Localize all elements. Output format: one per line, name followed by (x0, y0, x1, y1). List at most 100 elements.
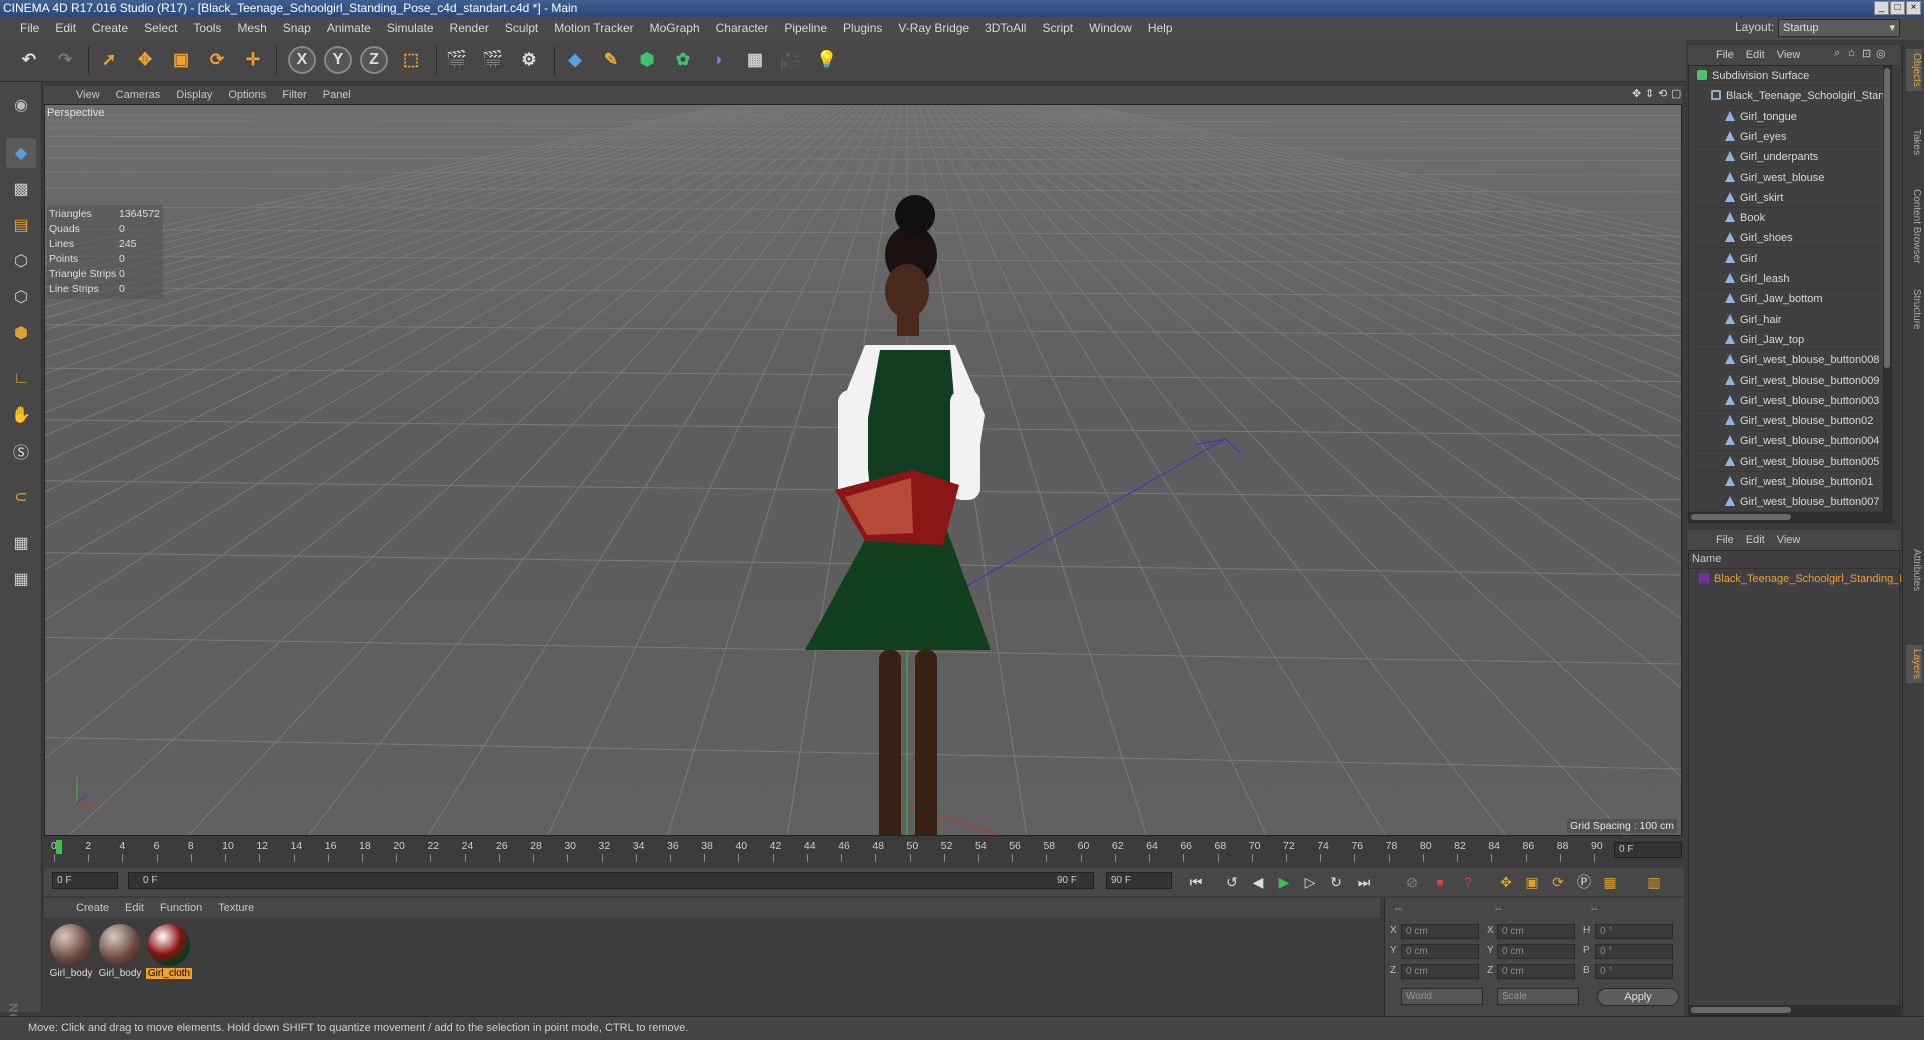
size-z-field[interactable]: 0 cm (1497, 964, 1575, 979)
pen-spline-icon[interactable]: ✎ (596, 45, 626, 75)
points-mode-icon[interactable]: ⬡ (6, 246, 36, 276)
object-row[interactable]: Girl_shoes (1689, 228, 1891, 249)
enable-axis-icon[interactable]: ∟ (6, 364, 36, 394)
object-row[interactable]: Girl_west_blouse_button007 (1689, 492, 1891, 513)
material-menu-create[interactable]: Create (68, 902, 117, 914)
rot-p-field[interactable]: 0 ° (1595, 944, 1673, 959)
z-axis-lock-icon[interactable]: Z (360, 46, 388, 74)
end-frame-field[interactable]: 90 F (1106, 872, 1172, 889)
object-row[interactable]: Girl_west_blouse (1689, 168, 1891, 188)
tab-objects[interactable]: Objects (1906, 49, 1922, 91)
key-position-icon[interactable]: ✥ (1494, 870, 1518, 894)
object-row[interactable]: Girl_west_blouse_button01 (1689, 472, 1891, 492)
timeline-ruler[interactable]: 0 2 4 6 8 10 12 14 16 18 20 22 24 26 28 30 32 34 36 38 40 42 4… (44, 838, 1684, 868)
menu-sculpt[interactable]: Sculpt (497, 17, 546, 40)
coordinate-system-icon[interactable]: ⬚ (396, 45, 426, 75)
object-row[interactable]: Girl_leash (1689, 269, 1891, 289)
subdivision-surface-icon[interactable]: ⬢ (632, 45, 662, 75)
edges-mode-icon[interactable]: ⬡ (6, 282, 36, 312)
minimize-icon[interactable]: _ (1874, 1, 1889, 15)
material-swatch[interactable]: Girl_body (97, 924, 143, 979)
viewport-menu-view[interactable]: View (68, 89, 108, 101)
menu-snap[interactable]: Snap (275, 17, 319, 40)
search-icon[interactable]: ⌕ (1834, 47, 1840, 60)
viewport-menu-display[interactable]: Display (168, 89, 220, 101)
menu-3dtoall[interactable]: 3DToAll (977, 17, 1034, 40)
deformer-icon[interactable]: ◗ (704, 45, 734, 75)
magnet-icon[interactable]: ⊂ (6, 482, 36, 512)
viewport-menu-filter[interactable]: Filter (274, 89, 314, 101)
light-icon[interactable]: 💡 (812, 45, 842, 75)
object-row[interactable]: Girl_west_blouse_button008 (1689, 350, 1891, 371)
object-row[interactable]: Girl_west_blouse_button009 (1689, 371, 1891, 391)
preview-range-slider[interactable]: 0 F 90 F (128, 872, 1094, 889)
redo-icon[interactable]: ↷ (50, 45, 80, 75)
size-y-field[interactable]: 0 cm (1497, 944, 1575, 959)
menu-edit[interactable]: Edit (47, 17, 84, 40)
pos-z-field[interactable]: 0 cm (1401, 964, 1479, 979)
layer-manager-hscrollbar[interactable] (1689, 1005, 1901, 1015)
object-row[interactable]: Girl_Jaw_bottom (1689, 289, 1891, 310)
menu-window[interactable]: Window (1081, 17, 1140, 40)
model-mode-icon[interactable]: ◆ (6, 138, 36, 168)
record-active-objects-icon[interactable]: ⊘ (1400, 870, 1424, 894)
next-key-icon[interactable]: ↻ (1324, 870, 1348, 894)
key-scale-icon[interactable]: ▣ (1520, 870, 1544, 894)
toggle-views-icon[interactable]: ▢ (1671, 87, 1681, 100)
timeline-window-icon[interactable]: ▥ (1642, 870, 1666, 894)
object-row[interactable]: Girl_west_blouse_button005 (1689, 452, 1891, 472)
keyframe-selection-icon[interactable]: ? (1456, 870, 1480, 894)
schoolgirl-model[interactable] (805, 195, 991, 836)
tab-content-browser[interactable]: Content Browser (1906, 185, 1922, 267)
viewport-menu-cameras[interactable]: Cameras (108, 89, 169, 101)
object-menu-view[interactable]: View (1771, 49, 1807, 61)
menu-help[interactable]: Help (1140, 17, 1181, 40)
x-axis-lock-icon[interactable]: X (288, 46, 316, 74)
perspective-viewport[interactable]: Perspective Triangles 1364572 Quads 0 Lines 2… (44, 104, 1682, 836)
object-menu-edit[interactable]: Edit (1740, 49, 1771, 61)
object-row[interactable]: Girl (1689, 249, 1891, 269)
material-menu-texture[interactable]: Texture (210, 902, 262, 914)
render-picture-viewer-icon[interactable]: 🎬 (478, 45, 508, 75)
object-row[interactable]: Girl_underpants (1689, 147, 1891, 168)
scale-mode-dropdown[interactable]: Scale (1497, 988, 1579, 1005)
menu-plugins[interactable]: Plugins (835, 17, 890, 40)
y-axis-lock-icon[interactable]: Y (324, 46, 352, 74)
key-parameter-icon[interactable]: Ⓟ (1572, 870, 1596, 894)
menu-v-ray-bridge[interactable]: V-Ray Bridge (890, 17, 977, 40)
cube-primitive-icon[interactable]: ◆ (560, 45, 590, 75)
material-menu-edit[interactable]: Edit (117, 902, 152, 914)
eye-icon[interactable]: ◎ (1876, 47, 1886, 60)
scale-tool-icon[interactable]: ▣ (166, 45, 196, 75)
texture-mode-icon[interactable]: ▩ (6, 174, 36, 204)
close-icon[interactable]: × (1906, 1, 1921, 15)
object-manager-scrollbar[interactable] (1883, 66, 1891, 511)
start-frame-field[interactable]: 0 F (52, 872, 118, 889)
menu-mograph[interactable]: MoGraph (642, 17, 708, 40)
polygons-mode-icon[interactable]: ⬢ (6, 318, 36, 348)
material-swatch[interactable]: Girl_body (48, 924, 94, 979)
coordinate-mode-dropdown[interactable]: World (1401, 988, 1483, 1005)
object-row[interactable]: Girl_hair (1689, 310, 1891, 330)
home-icon[interactable]: ⌂ (1848, 47, 1855, 59)
object-row[interactable]: Girl_west_blouse_button004 (1689, 431, 1891, 452)
menu-motion-tracker[interactable]: Motion Tracker (546, 17, 641, 40)
rotate-tool-icon[interactable]: ⟳ (202, 45, 232, 75)
menu-pipeline[interactable]: Pipeline (776, 17, 835, 40)
material-swatch[interactable]: Girl_cloth (146, 924, 192, 979)
object-row[interactable]: Girl_eyes (1689, 127, 1891, 147)
render-settings-icon[interactable]: ⚙ (514, 45, 544, 75)
menu-select[interactable]: Select (136, 17, 185, 40)
size-x-field[interactable]: 0 cm (1497, 924, 1575, 939)
floor-icon[interactable]: ▦ (740, 45, 770, 75)
go-to-start-icon[interactable]: ⏮ (1184, 870, 1208, 894)
tweak-icon[interactable]: ✋ (6, 400, 36, 430)
lock-icon[interactable]: ⊡ (1862, 47, 1871, 60)
live-selection-icon[interactable]: ➚ (94, 45, 124, 75)
maximize-icon[interactable]: □ (1890, 1, 1905, 15)
viewport-menu-options[interactable]: Options (220, 89, 274, 101)
previous-frame-icon[interactable]: ◀ (1246, 870, 1270, 894)
menu-simulate[interactable]: Simulate (379, 17, 442, 40)
cloner-icon[interactable]: ✿ (668, 45, 698, 75)
last-tool-icon[interactable]: ✛ (238, 45, 268, 75)
